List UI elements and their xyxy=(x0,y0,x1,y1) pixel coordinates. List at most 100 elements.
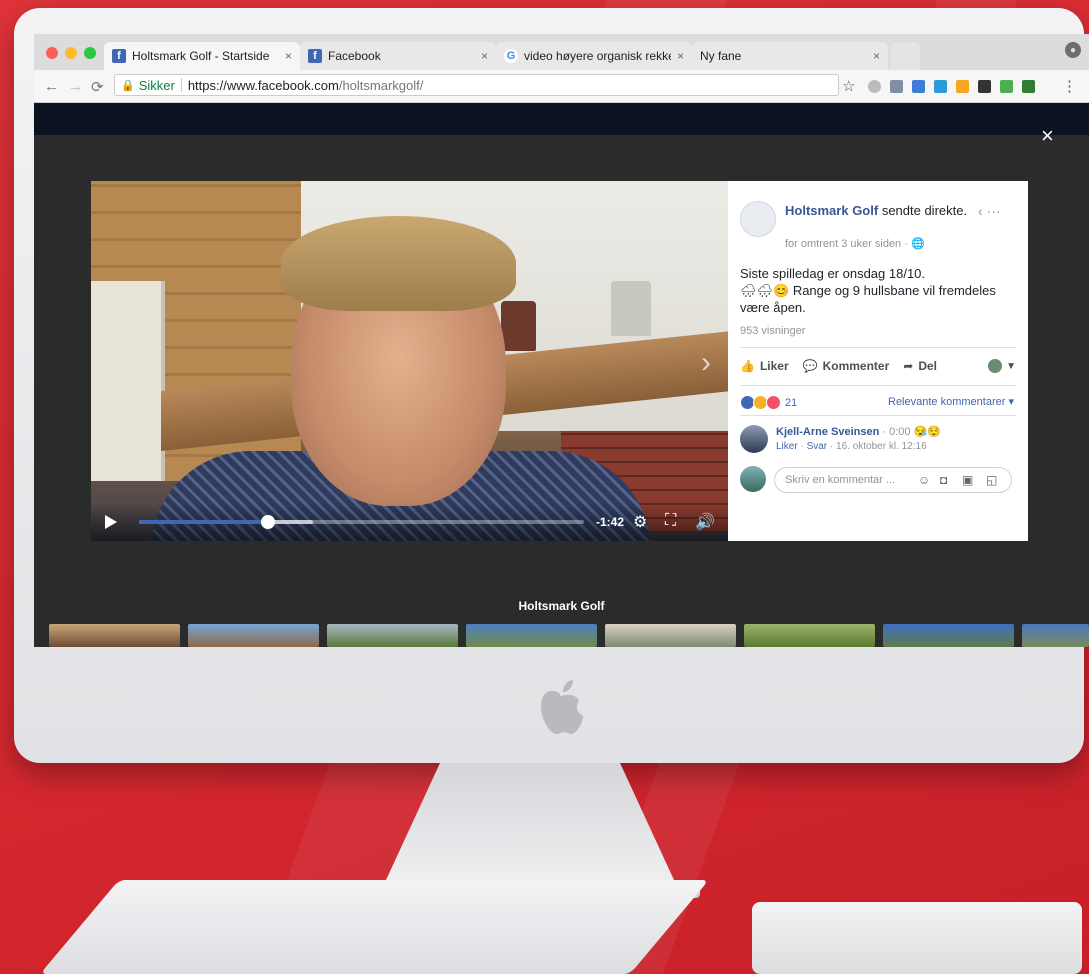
comment-input-placeholder: Skriv en kommentar ... xyxy=(785,474,896,486)
back-arrow-icon[interactable]: ← xyxy=(44,78,59,95)
like-button[interactable]: 👍 Liker xyxy=(740,359,789,373)
play-icon[interactable] xyxy=(105,515,117,529)
post-actions: 👍 Liker 💬 Kommenter ➦ Del ▼ xyxy=(740,359,1016,373)
tab-close-icon[interactable]: × xyxy=(873,49,880,63)
facebook-icon: f xyxy=(112,49,126,63)
thumbnail[interactable] xyxy=(605,624,736,647)
tab-close-icon[interactable]: × xyxy=(481,49,488,63)
extension-icon[interactable] xyxy=(956,80,969,93)
camera-icon[interactable]: ◘ xyxy=(940,473,947,487)
tab-facebook[interactable]: f Facebook × xyxy=(300,42,496,70)
thumbnail[interactable] xyxy=(188,624,319,647)
thumbnail[interactable] xyxy=(49,624,180,647)
share-label: Del xyxy=(918,359,938,373)
chevron-down-icon: ▾ xyxy=(1008,396,1014,408)
emoji-icon[interactable]: ☺ xyxy=(918,473,930,487)
comment-button[interactable]: 💬 Kommenter xyxy=(803,359,890,373)
next-arrow-icon[interactable]: › xyxy=(701,346,711,380)
video-player[interactable]: › -1:42 ⚙ ⛶ 🔊 xyxy=(91,181,728,541)
album-strip-title: Holtsmark Golf xyxy=(518,599,605,613)
comment-label: Kommenter xyxy=(822,359,890,373)
comment-header: Kjell-Arne Sveinsen · 0:00 😪😌 xyxy=(776,425,941,438)
volume-icon[interactable]: 🔊 xyxy=(695,512,715,532)
fullscreen-icon[interactable]: ⛶ xyxy=(665,512,676,530)
thumbnail[interactable] xyxy=(1022,624,1089,647)
facebook-icon: f xyxy=(308,49,322,63)
chevron-down-icon[interactable]: ▼ xyxy=(1006,361,1016,372)
gif-icon[interactable]: ▣ xyxy=(962,473,973,487)
post-timestamp[interactable]: for omtrent 3 uker siden xyxy=(785,238,901,250)
address-bar[interactable]: 🔒 Sikker https://www.facebook.com /holts… xyxy=(114,74,839,96)
settings-gear-icon[interactable]: ⚙ xyxy=(633,512,647,532)
menu-more-icon[interactable]: ⋮ xyxy=(1062,77,1077,95)
commenter-avatar[interactable] xyxy=(740,425,768,453)
extension-icon[interactable] xyxy=(934,80,947,93)
comment-reply-link[interactable]: Svar xyxy=(807,441,828,452)
sticker-icon[interactable]: ◱ xyxy=(986,473,997,487)
commenter-name[interactable]: Kjell-Arne Sveinsen xyxy=(776,426,879,438)
new-tab-button[interactable] xyxy=(890,42,920,70)
maximize-window-button[interactable] xyxy=(84,47,96,59)
divider xyxy=(740,347,1016,348)
tab-close-icon[interactable]: × xyxy=(677,49,684,63)
extension-icon[interactable] xyxy=(890,80,903,93)
screen: f Holtsmark Golf - Startside × f Faceboo… xyxy=(34,34,1089,647)
share-button[interactable]: ➦ Del xyxy=(903,359,937,373)
comment-date[interactable]: 16. oktober kl. 12:16 xyxy=(836,441,927,452)
extension-icon[interactable] xyxy=(978,80,991,93)
more-options-icon[interactable]: ‹ ··· xyxy=(978,203,1001,219)
thumbnail[interactable] xyxy=(466,624,597,647)
love-reaction-icon xyxy=(766,395,781,410)
minimize-window-button[interactable] xyxy=(65,47,77,59)
thumbnail[interactable] xyxy=(327,624,458,647)
share-audience-avatar[interactable] xyxy=(988,359,1003,373)
extension-icon[interactable] xyxy=(1022,80,1035,93)
post-text-line-content: Range og 9 hullsbane vil fremdeles xyxy=(792,283,996,298)
url-host: https://www.facebook.com xyxy=(187,77,339,93)
reload-icon[interactable]: ⟳ xyxy=(91,78,104,96)
forward-arrow-icon[interactable]: → xyxy=(68,78,83,95)
comment-like-link[interactable]: Liker xyxy=(776,441,798,452)
divider xyxy=(740,385,1016,386)
thumbnail[interactable] xyxy=(744,624,875,647)
video-seek-handle[interactable] xyxy=(261,515,276,529)
video-frame xyxy=(281,216,516,311)
thumbnail[interactable] xyxy=(883,624,1014,647)
globe-icon: · 🌐 xyxy=(904,238,925,250)
video-controls: -1:42 ⚙ ⛶ 🔊 xyxy=(91,503,728,541)
post-text-line: være åpen. xyxy=(740,300,806,315)
view-count: 953 visninger xyxy=(740,325,806,337)
tab-new[interactable]: Ny fane × xyxy=(692,42,888,70)
page-avatar[interactable] xyxy=(740,201,776,237)
post-text-line: 🌧🌧😊 Range og 9 hullsbane vil fremdeles xyxy=(740,282,1015,299)
time-remaining: -1:42 xyxy=(596,515,625,529)
thumbnail-strip xyxy=(49,624,1089,647)
lock-icon: 🔒 xyxy=(121,79,135,92)
current-user-avatar xyxy=(740,466,766,492)
profile-icon[interactable]: ● xyxy=(1065,42,1081,58)
close-viewer-icon[interactable]: × xyxy=(1041,123,1054,149)
tab-google-search[interactable]: G video høyere organisk rekkevid × xyxy=(496,42,692,70)
video-frame xyxy=(91,281,165,481)
comment-emoji-icon: 😪😌 xyxy=(913,426,941,438)
comment-sort-label: Relevante kommentarer xyxy=(888,396,1006,408)
post-text-line: Siste spilledag er onsdag 18/10. xyxy=(740,266,926,281)
extension-icon[interactable] xyxy=(1000,80,1013,93)
post-author-line: Holtsmark Golf sendte direkte. xyxy=(785,203,975,219)
post-author-link[interactable]: Holtsmark Golf xyxy=(785,203,878,218)
reactions-summary[interactable]: 21 xyxy=(740,395,797,410)
close-window-button[interactable] xyxy=(46,47,58,59)
video-seek-bar[interactable] xyxy=(139,515,584,529)
tab-holtsmark-golf[interactable]: f Holtsmark Golf - Startside × xyxy=(104,42,300,70)
apple-logo-icon xyxy=(541,680,583,734)
comment-input[interactable]: Skriv en kommentar ... xyxy=(774,467,1012,493)
post-author-action: sendte direkte. xyxy=(881,203,968,218)
tab-title: Ny fane xyxy=(700,49,742,63)
extension-icon[interactable] xyxy=(912,80,925,93)
tab-close-icon[interactable]: × xyxy=(285,49,292,63)
comment-sort-dropdown[interactable]: Relevante kommentarer ▾ xyxy=(888,395,1014,408)
comment-meta: · 0:00 xyxy=(882,426,911,438)
video-progress-fill xyxy=(139,520,269,524)
bookmark-star-icon[interactable]: ☆ xyxy=(842,77,855,95)
extension-icon[interactable] xyxy=(868,80,881,93)
